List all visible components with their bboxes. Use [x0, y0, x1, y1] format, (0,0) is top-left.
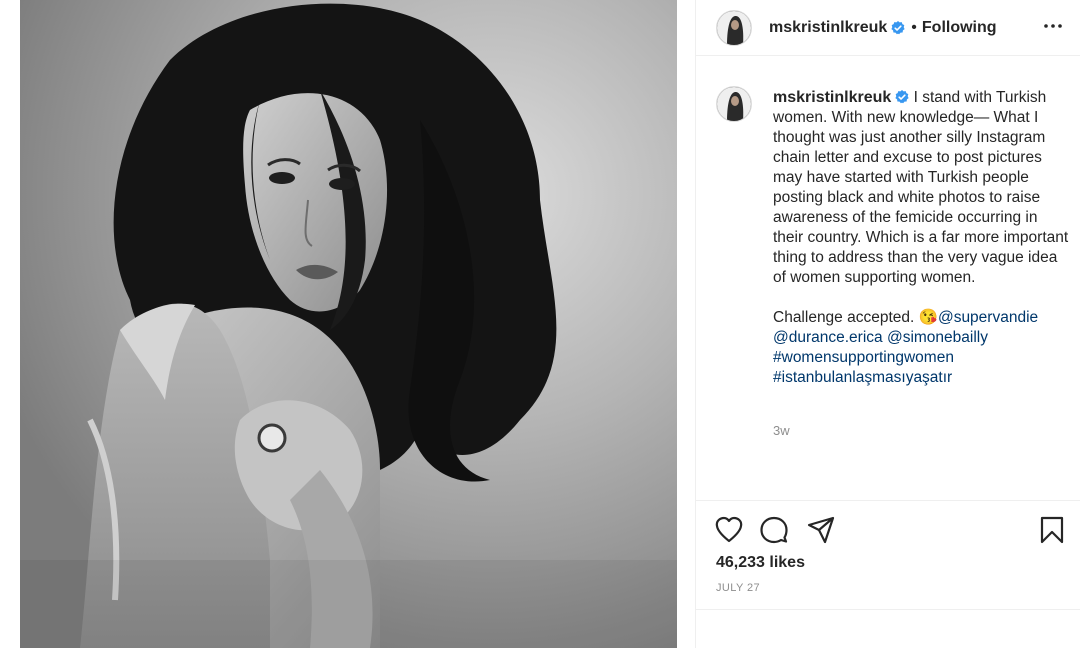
- caption-gap: [773, 288, 1069, 308]
- header-username[interactable]: mskristinlkreuk: [769, 19, 887, 37]
- post-photo-image: [20, 0, 677, 648]
- post-time-ago: 3w: [773, 423, 790, 438]
- comment-icon[interactable]: [759, 515, 789, 545]
- caption-challenge: Challenge accepted. 😘@supervandie @duran…: [773, 308, 1069, 388]
- avatar-image: [717, 10, 751, 45]
- kiss-emoji: 😘: [918, 309, 938, 326]
- challenge-text: Challenge accepted.: [773, 309, 919, 326]
- instagram-post-view: mskristinlkreuk • Following mskristinlkr…: [0, 0, 1080, 648]
- follow-separator: •: [911, 18, 917, 36]
- paper-plane-icon[interactable]: [806, 515, 836, 545]
- header-avatar[interactable]: [716, 9, 752, 46]
- hashtag-link[interactable]: #istanbulanlaşmasıyaşatır: [773, 369, 952, 386]
- caption-paragraph: mskristinlkreuk I stand with Turkish wom…: [773, 88, 1069, 288]
- caption-avatar[interactable]: [716, 86, 752, 122]
- caption-text: I stand with Turkish women. With new kno…: [773, 89, 1069, 286]
- verified-badge-icon: [891, 20, 905, 35]
- mention-link[interactable]: @durance.erica: [773, 329, 883, 346]
- avatar-image: [717, 87, 751, 121]
- right-gutter: [677, 0, 695, 648]
- bookmark-icon[interactable]: [1037, 515, 1067, 545]
- hashtag-link[interactable]: #womensupportingwomen: [773, 349, 954, 366]
- verified-badge-icon: [895, 90, 909, 104]
- caption-body: mskristinlkreuk I stand with Turkish wom…: [773, 88, 1069, 388]
- post-date: JULY 27: [716, 582, 760, 594]
- post-header: mskristinlkreuk • Following: [696, 0, 1080, 56]
- heart-icon[interactable]: [714, 515, 744, 545]
- likes-count[interactable]: 46,233 likes: [716, 554, 805, 572]
- mention-link[interactable]: @simonebailly: [887, 329, 988, 346]
- following-button[interactable]: Following: [922, 19, 997, 37]
- post-photo[interactable]: [20, 0, 677, 648]
- caption-username[interactable]: mskristinlkreuk: [773, 89, 891, 106]
- more-options-icon[interactable]: [1041, 14, 1065, 38]
- mention-link[interactable]: @supervandie: [938, 309, 1038, 326]
- left-gutter: [0, 0, 20, 648]
- comment-bar[interactable]: [696, 609, 1080, 648]
- post-side-panel: mskristinlkreuk • Following mskristinlkr…: [695, 0, 1080, 648]
- post-actions-section: 46,233 likes JULY 27: [696, 500, 1080, 648]
